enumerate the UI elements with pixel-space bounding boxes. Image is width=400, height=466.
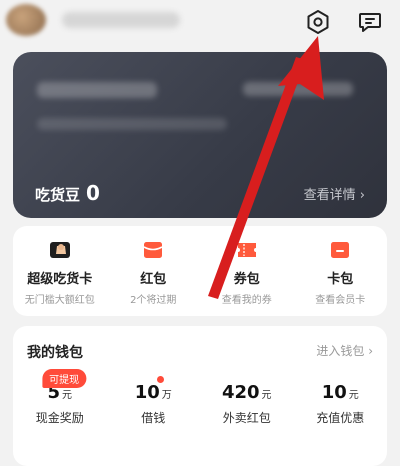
wallet-label: 充值优惠 [316,411,365,425]
message-icon [359,13,381,32]
wallet-header: 我的钱包 进入钱包 › [27,342,373,362]
shortcut-subtitle: 查看我的券 [221,295,272,306]
wallet-label: 借钱 [141,411,166,425]
shortcut-panel: 超级吃货卡 无门槛大额红包 红包 2个将过期 券包 查看我的券 卡包 查看会员卡 [13,226,387,316]
wallet-item-loan[interactable]: 10 万 借钱 [107,376,201,426]
top-bar [0,0,400,48]
blurred-card-badge [243,82,353,96]
chevron-right-icon: › [368,344,373,358]
beans-balance: 吃货豆 0 [35,181,100,205]
message-button[interactable] [354,6,386,38]
wallet-value: 10 元 [322,382,359,403]
wallet-number: 420 [221,382,260,403]
view-details-label: 查看详情 [303,187,356,203]
wallet-section: 我的钱包 进入钱包 › 可提现 5 元 现金奖励 10 万 借钱 420 元 外… [13,326,387,466]
settings-icon [307,10,329,34]
wallet-value: 10 万 [135,382,172,403]
wallet-item-recharge-discount[interactable]: 10 元 充值优惠 [294,382,388,426]
wallet-unit: 元 [348,390,359,401]
shortcut-red-packet[interactable]: 红包 2个将过期 [107,226,201,316]
shortcut-subtitle: 2个将过期 [130,295,177,306]
enter-wallet-label: 进入钱包 [316,344,365,358]
coupon-icon [237,243,256,257]
shortcut-title: 超级吃货卡 [27,272,93,287]
chevron-right-icon: › [359,187,365,203]
withdrawable-badge: 可提现 [42,369,87,388]
wallet-unit: 元 [261,390,272,401]
red-packet-icon [143,242,163,258]
wallet-unit: 万 [161,390,172,401]
username-blurred [62,12,180,28]
wallet-number: 10 [321,382,347,403]
shortcut-card[interactable]: 卡包 查看会员卡 [294,226,388,316]
card-icon [331,242,350,258]
beans-value: 0 [86,181,100,205]
wallet-value: 420 元 [222,382,272,403]
member-card[interactable]: 吃货豆 0 查看详情 › [13,52,387,218]
wallet-items: 可提现 5 元 现金奖励 10 万 借钱 420 元 外卖红包 10 元 充值优… [13,369,388,426]
shortcut-coupon[interactable]: 券包 查看我的券 [200,226,294,316]
wallet-item-cash-reward[interactable]: 可提现 5 元 现金奖励 [13,369,107,426]
enter-wallet-link[interactable]: 进入钱包 › [316,342,373,362]
wallet-title: 我的钱包 [27,345,83,361]
blurred-card-subtitle [37,118,227,130]
settings-button[interactable] [302,6,334,38]
wallet-label: 现金奖励 [35,411,84,425]
avatar[interactable] [6,4,46,36]
wallet-item-delivery-red-packet[interactable]: 420 元 外卖红包 [200,382,294,426]
shortcut-subtitle: 查看会员卡 [315,295,366,306]
blurred-card-title [37,82,157,98]
shortcut-title: 券包 [233,272,260,287]
shortcut-super-card[interactable]: 超级吃货卡 无门槛大额红包 [13,226,107,316]
card-footer: 吃货豆 0 查看详情 › [13,168,387,218]
view-details-link[interactable]: 查看详情 › [304,184,365,203]
wallet-label: 外卖红包 [222,411,271,425]
shortcut-title: 卡包 [327,272,354,287]
shortcut-title: 红包 [140,272,167,287]
super-card-icon [49,242,70,258]
wallet-number: 10 [134,382,160,403]
wallet-unit: 元 [62,390,73,401]
notification-dot [156,376,164,383]
shortcut-subtitle: 无门槛大额红包 [24,295,95,306]
beans-label: 吃货豆 [35,186,81,204]
